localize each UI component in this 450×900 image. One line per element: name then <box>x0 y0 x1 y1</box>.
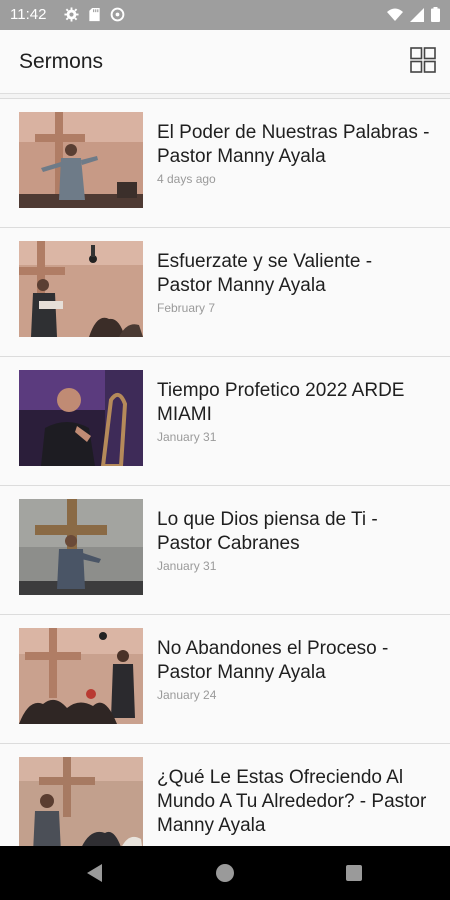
sermon-item[interactable]: Esfuerzate y se Valiente - Pastor Manny … <box>0 228 450 357</box>
signal-icon <box>410 7 424 22</box>
settings-icon <box>64 7 79 22</box>
sermon-item[interactable]: Tiempo Profetico 2022 ARDE MIAMI January… <box>0 357 450 486</box>
sermon-item[interactable]: El Poder de Nuestras Palabras - Pastor M… <box>0 99 450 228</box>
sermon-thumbnail <box>19 112 143 208</box>
sermon-thumbnail <box>19 499 143 595</box>
status-bar: 11:42 <box>0 0 450 30</box>
status-time: 11:42 <box>10 6 47 23</box>
sermon-thumbnail <box>19 370 143 466</box>
sync-icon <box>110 7 125 22</box>
sermon-date: January 31 <box>157 430 217 444</box>
sermon-title-text: El Poder de Nuestras Palabras - Pastor M… <box>157 122 430 167</box>
sermon-item[interactable]: ¿Qué Le Estas Ofreciendo Al Mundo A Tu A… <box>0 744 450 847</box>
sermon-title: No Abandones el Proceso - Pastor Manny A… <box>157 637 432 703</box>
sermon-date: January 24 <box>157 688 217 702</box>
sermon-thumbnail <box>19 628 143 724</box>
page-title: Sermons <box>19 50 104 73</box>
battery-icon <box>431 7 440 22</box>
sermon-date: January 31 <box>157 559 217 573</box>
sermon-thumbnail <box>19 757 143 847</box>
sermon-title-text: ¿Qué Le Estas Ofreciendo Al Mundo A Tu A… <box>157 767 427 836</box>
sermon-item[interactable]: No Abandones el Proceso - Pastor Manny A… <box>0 615 450 744</box>
sermon-date: February 7 <box>157 301 216 315</box>
sermon-list[interactable]: El Poder de Nuestras Palabras - Pastor M… <box>0 98 450 847</box>
sermon-title-text: No Abandones el Proceso - Pastor Manny A… <box>157 638 389 683</box>
navigation-bar <box>0 846 450 900</box>
grid-view-icon[interactable] <box>410 47 436 73</box>
sermon-title: Lo que Dios piensa de Ti - Pastor Cabran… <box>157 508 432 574</box>
sd-card-icon <box>89 7 100 22</box>
sermon-title-text: Tiempo Profetico 2022 ARDE MIAMI <box>157 380 405 425</box>
wifi-icon <box>387 8 403 21</box>
sermon-title: Esfuerzate y se Valiente - Pastor Manny … <box>157 250 432 316</box>
sermon-thumbnail <box>19 241 143 337</box>
sermon-date: 4 days ago <box>157 172 216 186</box>
status-icons-left <box>64 7 125 22</box>
sermon-title-text: Lo que Dios piensa de Ti - Pastor Cabran… <box>157 509 378 554</box>
sermon-title: Tiempo Profetico 2022 ARDE MIAMI January… <box>157 379 432 445</box>
sermon-title: ¿Qué Le Estas Ofreciendo Al Mundo A Tu A… <box>157 766 432 840</box>
sermon-title: El Poder de Nuestras Palabras - Pastor M… <box>157 121 432 187</box>
status-icons-right <box>387 7 440 22</box>
app-bar: Sermons <box>0 30 450 94</box>
home-icon[interactable] <box>216 864 234 882</box>
back-icon[interactable] <box>86 863 104 883</box>
sermon-item[interactable]: Lo que Dios piensa de Ti - Pastor Cabran… <box>0 486 450 615</box>
recent-apps-icon[interactable] <box>346 865 362 881</box>
sermon-title-text: Esfuerzate y se Valiente - Pastor Manny … <box>157 251 373 296</box>
